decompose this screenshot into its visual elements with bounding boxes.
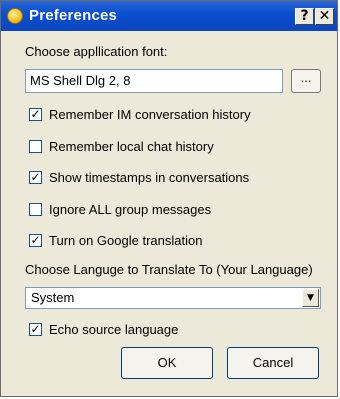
checkbox[interactable] (29, 203, 42, 216)
close-button[interactable]: ✕ (315, 8, 334, 25)
dropdown-arrow-icon[interactable]: ▼ (302, 289, 319, 307)
preferences-dialog: Preferences ? ✕ Choose appllication font… (0, 0, 338, 397)
language-select[interactable]: System ▼ (25, 287, 321, 309)
window-title: Preferences (29, 7, 118, 24)
option-label: Echo source language (49, 322, 179, 337)
ok-button[interactable]: OK (121, 347, 213, 379)
option-label: Ignore ALL group messages (49, 202, 212, 217)
checkbox[interactable]: ✓ (29, 171, 42, 184)
option-label: Turn on Google translation (49, 233, 203, 248)
font-label: Choose appllication font: (25, 44, 168, 59)
font-field[interactable]: MS Shell Dlg 2, 8 (25, 69, 283, 93)
checkbox[interactable]: ✓ (29, 234, 42, 247)
language-label: Choose Languge to Translate To (Your Lan… (25, 262, 313, 277)
checkbox[interactable] (29, 140, 42, 153)
option-label: Remember local chat history (49, 139, 214, 154)
app-icon (7, 8, 23, 24)
cancel-button[interactable]: Cancel (227, 347, 319, 379)
option-label: Show timestamps in conversations (49, 170, 250, 185)
help-button[interactable]: ? (295, 8, 314, 25)
checkbox[interactable]: ✓ (29, 323, 42, 336)
option-label: Remember IM conversation history (49, 107, 251, 122)
language-selected-value: System (31, 290, 75, 305)
title-bar[interactable]: Preferences ? ✕ (1, 1, 337, 31)
checkbox[interactable]: ✓ (29, 108, 42, 121)
font-browse-button[interactable]: ... (291, 69, 321, 93)
